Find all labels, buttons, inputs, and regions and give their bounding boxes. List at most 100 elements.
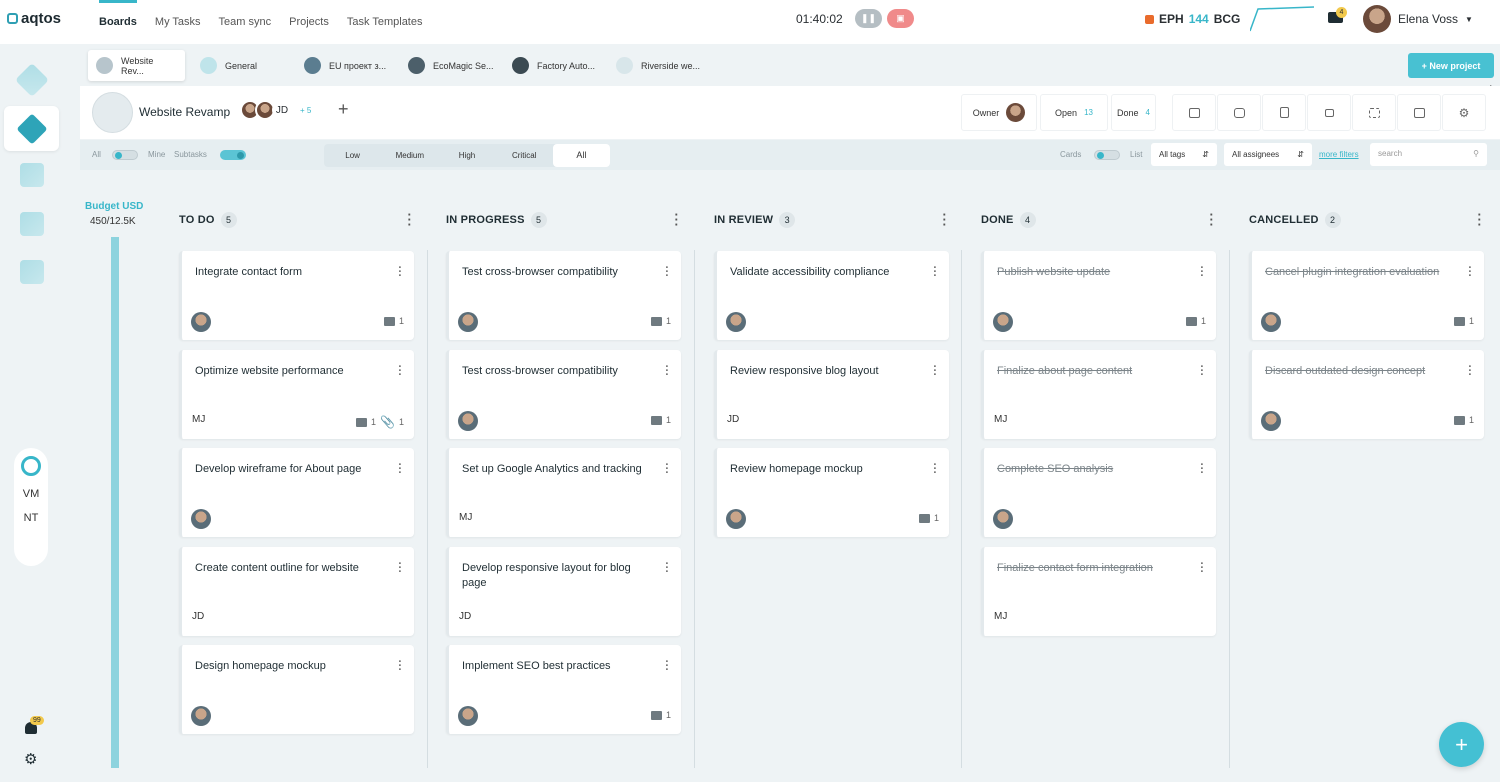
assignee-avatar[interactable] xyxy=(191,509,211,529)
task-card[interactable]: Complete SEO analysis · · · xyxy=(981,448,1216,537)
column-menu-icon[interactable]: · · · xyxy=(407,208,412,231)
card-menu-icon[interactable]: · · · xyxy=(398,263,402,282)
sidebar-item-active[interactable] xyxy=(4,106,59,151)
add-task-button[interactable]: + xyxy=(1439,722,1484,767)
subtasks-toggle[interactable] xyxy=(220,150,246,160)
card-menu-icon[interactable]: · · · xyxy=(1468,362,1472,381)
lock-button[interactable] xyxy=(1307,94,1351,131)
task-card[interactable]: Implement SEO best practices · · · 1 xyxy=(446,645,681,734)
grid-icon[interactable] xyxy=(20,163,44,187)
card-menu-icon[interactable]: · · · xyxy=(933,263,937,282)
assignee-initials[interactable]: MJ xyxy=(192,414,205,425)
task-card[interactable]: Develop responsive layout for blog page ·… xyxy=(446,547,681,636)
task-card[interactable]: Integrate contact form · · · 1 xyxy=(179,251,414,340)
card-menu-icon[interactable]: · · · xyxy=(398,460,402,479)
priority-high[interactable]: High xyxy=(438,151,495,160)
cards-list-toggle[interactable] xyxy=(1094,150,1120,160)
archive-button[interactable] xyxy=(1172,94,1216,131)
priority-all[interactable]: All xyxy=(552,144,611,167)
assignees-select[interactable]: All assignees ⇵ xyxy=(1224,143,1312,166)
app-logo[interactable]: aqtos xyxy=(7,10,61,27)
card-menu-icon[interactable]: · · · xyxy=(665,559,669,578)
column-menu-icon[interactable]: · · · xyxy=(1477,208,1482,231)
owner-box[interactable]: Owner xyxy=(961,94,1037,131)
nav-projects[interactable]: Projects xyxy=(289,16,329,28)
card-menu-icon[interactable]: · · · xyxy=(398,657,402,676)
assignee-avatar[interactable] xyxy=(1261,411,1281,431)
task-card[interactable]: Optimize website performance · · · MJ 1 📎 1 xyxy=(179,350,414,439)
chat-button[interactable] xyxy=(1217,94,1261,131)
assignee-avatar[interactable] xyxy=(458,706,478,726)
tab-riverside[interactable]: Riverside we... xyxy=(608,50,712,81)
card-menu-icon[interactable]: · · · xyxy=(1200,263,1204,282)
assignee-initials[interactable]: JD xyxy=(459,611,471,622)
sidebar-avatar-nt[interactable]: NT xyxy=(24,512,39,524)
boards-icon[interactable] xyxy=(15,63,49,97)
settings-button[interactable]: ⚙ xyxy=(1442,94,1486,131)
sidebar-avatar-vm[interactable]: VM xyxy=(23,488,40,500)
nav-boards[interactable]: Boards xyxy=(99,0,137,28)
priority-medium[interactable]: Medium xyxy=(381,151,438,160)
layout-icon[interactable] xyxy=(20,212,44,236)
stop-timer-button[interactable]: ▣ xyxy=(887,9,914,28)
open-count-box[interactable]: Open 13 xyxy=(1040,94,1108,131)
more-filters-link[interactable]: more filters xyxy=(1319,150,1359,159)
tags-select[interactable]: All tags ⇵ xyxy=(1151,143,1217,166)
add-member-button[interactable]: + xyxy=(338,99,349,120)
export-button[interactable] xyxy=(1397,94,1441,131)
priority-critical[interactable]: Critical xyxy=(496,151,553,160)
task-card[interactable]: Review responsive blog layout · · · JD xyxy=(714,350,949,439)
expand-button[interactable] xyxy=(1352,94,1396,131)
nav-my-tasks[interactable]: My Tasks xyxy=(155,16,201,28)
assignee-avatar[interactable] xyxy=(191,706,211,726)
task-card[interactable]: Test cross-browser compatibility · · · 1 xyxy=(446,251,681,340)
pause-button[interactable]: ❚❚ xyxy=(855,9,882,28)
card-menu-icon[interactable]: · · · xyxy=(933,460,937,479)
all-mine-toggle[interactable] xyxy=(112,150,138,160)
column-menu-icon[interactable]: · · · xyxy=(674,208,679,231)
tab-ecomagic[interactable]: EcoMagic Se... xyxy=(400,50,504,81)
tab-factory-auto[interactable]: Factory Auto... xyxy=(504,50,608,81)
task-card[interactable]: Create content outline for website · · · JD xyxy=(179,547,414,636)
assignee-initials[interactable]: MJ xyxy=(994,611,1007,622)
assignee-avatar[interactable] xyxy=(993,509,1013,529)
status-ring-icon[interactable] xyxy=(21,456,41,476)
card-menu-icon[interactable]: · · · xyxy=(665,362,669,381)
column-menu-icon[interactable]: · · · xyxy=(942,208,947,231)
task-card[interactable]: Publish website update · · · 1 xyxy=(981,251,1216,340)
card-menu-icon[interactable]: · · · xyxy=(1200,559,1204,578)
search-input[interactable]: search ⚲ xyxy=(1370,143,1487,166)
document-button[interactable] xyxy=(1262,94,1306,131)
assignee-avatar[interactable] xyxy=(458,312,478,332)
card-menu-icon[interactable]: · · · xyxy=(1200,460,1204,479)
nav-task-templates[interactable]: Task Templates xyxy=(347,16,423,28)
tab-eu-project[interactable]: EU проект з... xyxy=(296,50,400,81)
assignee-avatar[interactable] xyxy=(458,411,478,431)
gear-icon[interactable]: ⚙ xyxy=(24,750,37,768)
tab-website-revamp[interactable]: Website Rev... xyxy=(88,50,185,81)
card-menu-icon[interactable]: · · · xyxy=(1468,263,1472,282)
assignee-avatar[interactable] xyxy=(726,312,746,332)
column-menu-icon[interactable]: · · · xyxy=(1209,208,1214,231)
task-card[interactable]: Develop wireframe for About page · · · xyxy=(179,448,414,537)
assignee-avatar[interactable] xyxy=(726,509,746,529)
assignee-avatar[interactable] xyxy=(1261,312,1281,332)
done-count-box[interactable]: Done 4 xyxy=(1111,94,1156,131)
card-menu-icon[interactable]: · · · xyxy=(398,362,402,381)
assignee-initials[interactable]: JD xyxy=(727,414,739,425)
assignee-avatar[interactable] xyxy=(993,312,1013,332)
assignee-initials[interactable]: JD xyxy=(192,611,204,622)
task-card[interactable]: Review homepage mockup · · · 1 xyxy=(714,448,949,537)
assignee-initials[interactable]: MJ xyxy=(459,512,472,523)
task-card[interactable]: Discard outdated design concept · · · 1 xyxy=(1249,350,1484,439)
task-card[interactable]: Finalize contact form integration · · · MJ xyxy=(981,547,1216,636)
task-card[interactable]: Finalize about page content · · · MJ xyxy=(981,350,1216,439)
user-menu[interactable]: Elena Voss ▼ xyxy=(1363,5,1473,33)
task-card[interactable]: Cancel plugin integration evaluation · · · 1 xyxy=(1249,251,1484,340)
card-menu-icon[interactable]: · · · xyxy=(665,460,669,479)
task-card[interactable]: Design homepage mockup · · · xyxy=(179,645,414,734)
card-menu-icon[interactable]: · · · xyxy=(1200,362,1204,381)
assignee-avatar[interactable] xyxy=(191,312,211,332)
tab-general[interactable]: General xyxy=(192,50,296,81)
card-menu-icon[interactable]: · · · xyxy=(665,657,669,676)
